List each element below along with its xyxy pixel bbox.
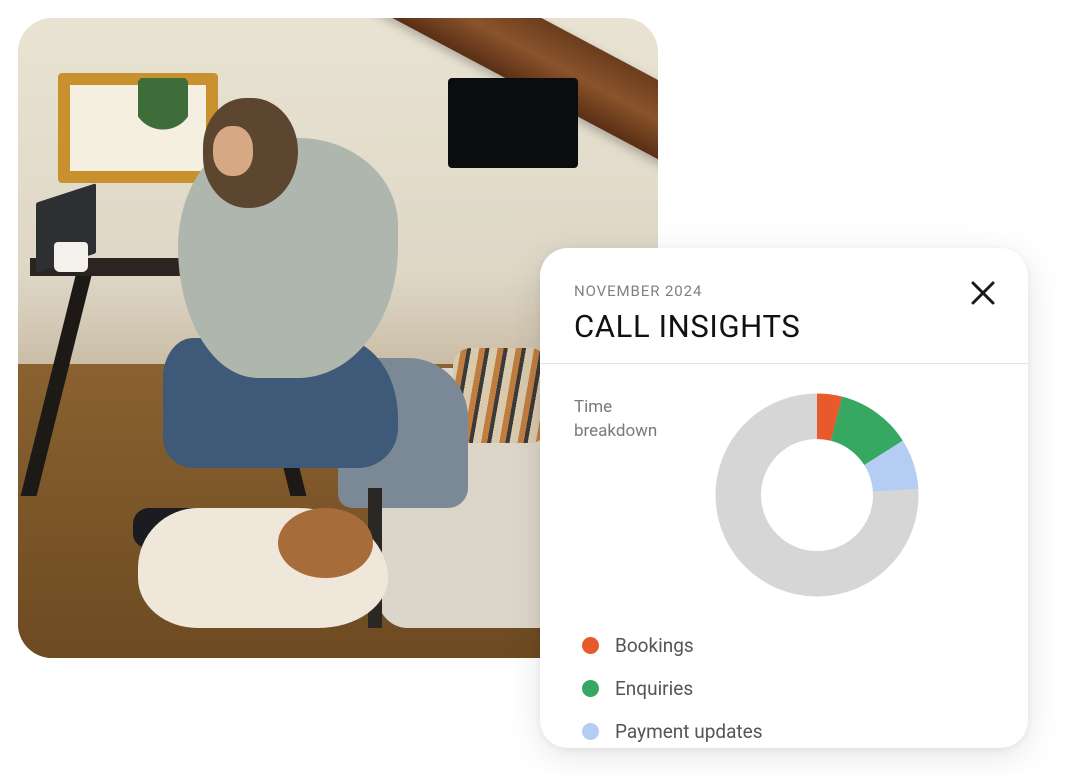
chart-subtitle-line1: Time [574, 397, 612, 417]
chart-legend: Bookings Enquiries Payment updates [574, 634, 994, 743]
legend-label: Payment updates [615, 720, 763, 743]
card-title: CALL INSIGHTS [574, 308, 994, 345]
legend-dot-icon [582, 680, 599, 697]
legend-item-enquiries: Enquiries [582, 677, 994, 700]
legend-label: Bookings [615, 634, 694, 657]
donut-chart [712, 390, 922, 600]
close-button[interactable] [968, 278, 998, 308]
legend-dot-icon [582, 723, 599, 740]
legend-item-bookings: Bookings [582, 634, 994, 657]
chart-subtitle-line2: breakdown [574, 421, 657, 441]
legend-dot-icon [582, 637, 599, 654]
chart-subtitle: Time breakdown [574, 390, 684, 444]
divider [540, 363, 1028, 364]
card-date: NOVEMBER 2024 [574, 282, 994, 300]
close-icon [968, 278, 998, 308]
call-insights-card: NOVEMBER 2024 CALL INSIGHTS Time breakdo… [540, 248, 1028, 748]
legend-item-payment-updates: Payment updates [582, 720, 994, 743]
legend-label: Enquiries [615, 677, 693, 700]
